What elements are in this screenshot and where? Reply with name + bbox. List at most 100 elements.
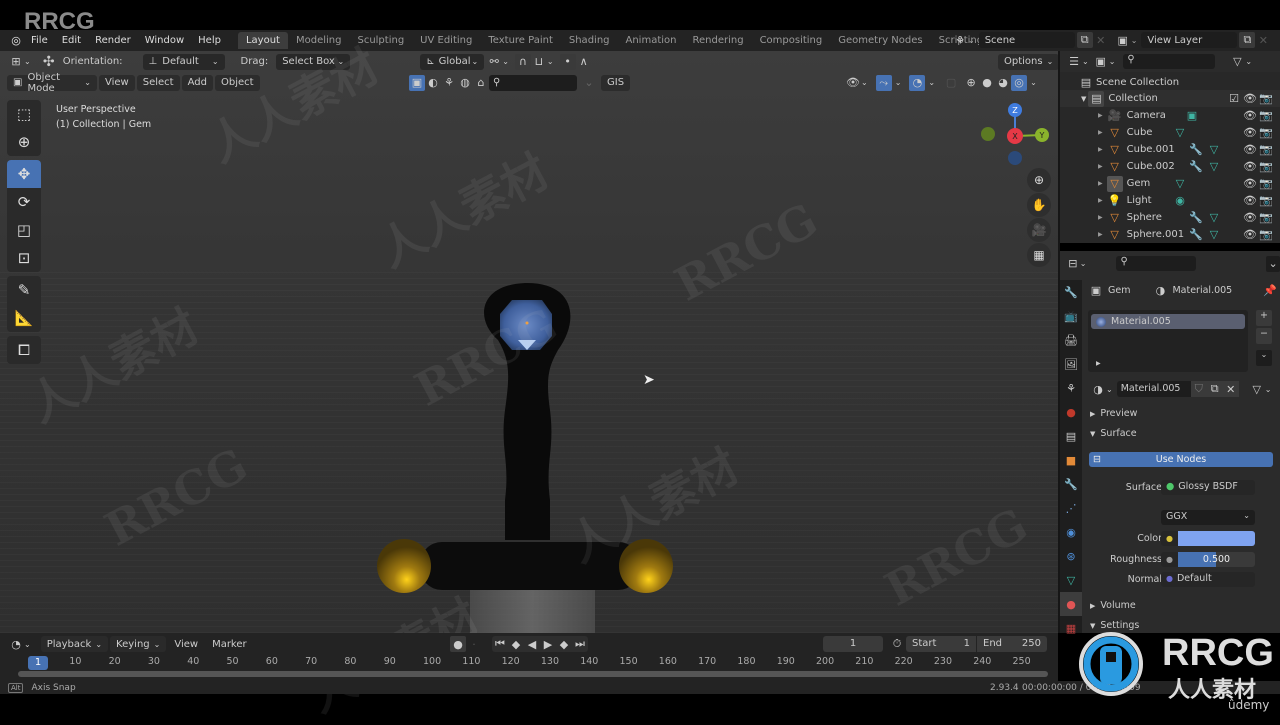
mesh-data-icon[interactable]: ▽ — [1172, 176, 1188, 192]
color-swatch[interactable] — [1177, 531, 1255, 546]
eye-icon[interactable]: 👁 — [1242, 159, 1258, 175]
add-slot-button[interactable]: + — [1256, 310, 1272, 326]
render-camera-icon[interactable]: 📷 — [1258, 176, 1274, 192]
tab-modeling[interactable]: Modeling — [288, 32, 350, 49]
properties-editor-type-icon[interactable]: ⊟ — [1066, 256, 1080, 272]
ortho-toggle-button[interactable]: ▦ — [1027, 243, 1051, 267]
eye-icon[interactable]: 👁 — [1242, 125, 1258, 141]
data-tab[interactable]: ▽ — [1060, 568, 1082, 592]
gis-menu[interactable]: GIS — [601, 74, 631, 91]
measure-tool[interactable]: 📐 — [7, 304, 41, 332]
filter-icon[interactable]: ▽ — [1229, 54, 1245, 70]
normal-field[interactable]: ● Default — [1161, 572, 1255, 587]
remove-slot-button[interactable]: − — [1256, 328, 1272, 344]
menu-select[interactable]: Select — [136, 74, 180, 91]
properties-options-icon[interactable]: ⌄ — [1266, 255, 1280, 272]
prev-keyframe-icon[interactable]: ◆ — [508, 636, 524, 652]
mesh-data-icon[interactable]: ▽ — [1206, 159, 1222, 175]
expand-arrow-icon[interactable]: ▶ — [1098, 112, 1103, 119]
menu-object[interactable]: Object — [214, 74, 260, 91]
wireframe-shading-icon[interactable]: ⊕ — [963, 75, 979, 91]
color-field[interactable]: ● — [1161, 531, 1255, 546]
material-slots-list[interactable]: Material.005 ▶ — [1088, 310, 1248, 372]
falloff-icon[interactable]: ∧ — [576, 54, 592, 70]
eye-icon[interactable]: 👁 — [1242, 210, 1258, 226]
gizmo-neg-y-axis[interactable] — [981, 127, 995, 141]
new-view-layer-icon[interactable]: ⧉ — [1239, 32, 1256, 48]
view-layer-tab[interactable]: 🖼 — [1060, 352, 1082, 376]
overlay-toggle-icon[interactable]: ◔ — [909, 74, 926, 91]
timeline-view-menu[interactable]: View — [168, 636, 204, 652]
menu-edit[interactable]: Edit — [55, 35, 88, 46]
jump-end-icon[interactable]: ⏭ — [572, 636, 588, 652]
proportional-edit-icon[interactable]: • — [559, 53, 576, 70]
camera-data-icon[interactable]: ▣ — [1184, 108, 1200, 124]
zoom-view-button[interactable]: ⊕ — [1027, 168, 1051, 192]
collection-row[interactable]: ▼ ▤ Collection ☑ 👁 📷 — [1060, 90, 1280, 107]
render-camera-icon[interactable]: 📷 — [1258, 193, 1274, 209]
outliner-item-gem[interactable]: ▶ ▽ Gem ▽ 👁 📷 — [1060, 175, 1280, 192]
fake-user-icon[interactable]: ⛉ — [1190, 381, 1207, 397]
current-frame-field[interactable]: 1 — [823, 636, 883, 652]
tab-rendering[interactable]: Rendering — [684, 32, 751, 49]
expand-arrow-icon[interactable]: ▶ — [1096, 360, 1101, 367]
start-frame-field[interactable]: Start 1 — [906, 636, 976, 652]
display-mode-icon[interactable]: ☰ — [1066, 54, 1082, 70]
delete-view-layer-icon[interactable]: ✕ — [1255, 32, 1271, 48]
light-data-icon[interactable]: ◉ — [1172, 193, 1188, 209]
material-name-field[interactable]: Material.005 — [1116, 381, 1191, 397]
outliner-item-sphere-001[interactable]: ▶ ▽ Sphere.001 🔧 ▽ 👁 📷 — [1060, 226, 1280, 243]
properties-search-input[interactable]: ⚲ — [1116, 256, 1197, 271]
pan-view-button[interactable]: ✋ — [1027, 193, 1051, 217]
outliner-search-input[interactable]: ⚲ — [1123, 54, 1216, 69]
mesh-data-icon[interactable]: ▽ — [1172, 125, 1188, 141]
render-camera-icon[interactable]: 📷 — [1258, 108, 1274, 124]
expand-arrow-icon[interactable]: ▶ — [1098, 231, 1103, 238]
mode-dropdown[interactable]: ▣ Object Mode ⌄ — [7, 72, 97, 94]
gizmo-neg-z-axis[interactable] — [1008, 151, 1022, 165]
frame-ruler[interactable]: 10 20 30 40 50 60 70 80 90 100 110 120 130 140 150 160 1… — [0, 656, 1058, 670]
menu-add[interactable]: Add — [181, 74, 213, 91]
mesh-data-icon[interactable]: ▽ — [1206, 142, 1222, 158]
navigation-gizmo[interactable]: Z Y X — [975, 98, 1055, 170]
xray-icon[interactable]: ▢ — [943, 75, 959, 91]
constraints-tab[interactable]: ⊛ — [1060, 544, 1082, 568]
blender-logo-icon[interactable]: ◎ — [8, 33, 24, 49]
modifier-tab[interactable]: 🔧 — [1060, 472, 1082, 496]
modifier-icon[interactable]: 🔧 — [1188, 227, 1204, 243]
outliner-item-light[interactable]: ▶ 💡 Light ◉ 👁 📷 — [1060, 192, 1280, 209]
collection-tab[interactable]: ▤ — [1060, 424, 1082, 448]
tab-sculpting[interactable]: Sculpting — [349, 32, 412, 49]
end-frame-field[interactable]: End 250 — [977, 636, 1047, 652]
pivot-point-icon[interactable]: ⚯ — [486, 54, 502, 70]
expand-arrow-icon[interactable]: ▶ — [1098, 146, 1103, 153]
scale-tool[interactable]: ◰ — [7, 216, 41, 244]
jump-start-icon[interactable]: ⏮ — [492, 636, 508, 652]
render-camera-icon[interactable]: 📷 — [1258, 91, 1274, 107]
add-cube-tool[interactable]: ⧠ — [7, 336, 41, 364]
rendered-shading-icon[interactable]: ◎ — [1011, 74, 1028, 91]
view-layer-icon[interactable]: ▣ — [1115, 32, 1131, 48]
duplicate-material-icon[interactable]: ⧉ — [1206, 381, 1223, 397]
editor-type-icon[interactable]: ⊞ — [8, 54, 24, 70]
link-data-icon[interactable]: ▽ — [1249, 381, 1265, 397]
camera-view-button[interactable]: 🎥 — [1027, 218, 1051, 242]
scene-icon[interactable]: ⚘ — [952, 32, 968, 48]
physics-tab[interactable]: ◉ — [1060, 520, 1082, 544]
menu-window[interactable]: Window — [138, 35, 191, 46]
material-shading-icon[interactable]: ◕ — [995, 75, 1011, 91]
tab-uv-editing[interactable]: UV Editing — [412, 32, 480, 49]
menu-render[interactable]: Render — [88, 35, 138, 46]
material-tab[interactable]: ● — [1060, 592, 1082, 616]
tab-compositing[interactable]: Compositing — [752, 32, 831, 49]
expand-arrow-icon[interactable]: ▶ — [1098, 214, 1103, 221]
expand-arrow-icon[interactable]: ▶ — [1098, 180, 1103, 187]
brush-filter-icon[interactable]: ⌂ — [473, 75, 489, 91]
next-keyframe-icon[interactable]: ◆ — [556, 636, 572, 652]
expand-icon[interactable]: ⌄ — [581, 75, 597, 91]
slot-specials-button[interactable]: ⌄ — [1256, 350, 1272, 366]
menu-view[interactable]: View — [99, 74, 135, 91]
preview-panel-header[interactable]: ▶ Preview — [1090, 408, 1137, 419]
render-camera-icon[interactable]: 📷 — [1258, 227, 1274, 243]
outliner-item-camera[interactable]: ▶ 🎥 Camera ▣ 👁 📷 — [1060, 107, 1280, 124]
